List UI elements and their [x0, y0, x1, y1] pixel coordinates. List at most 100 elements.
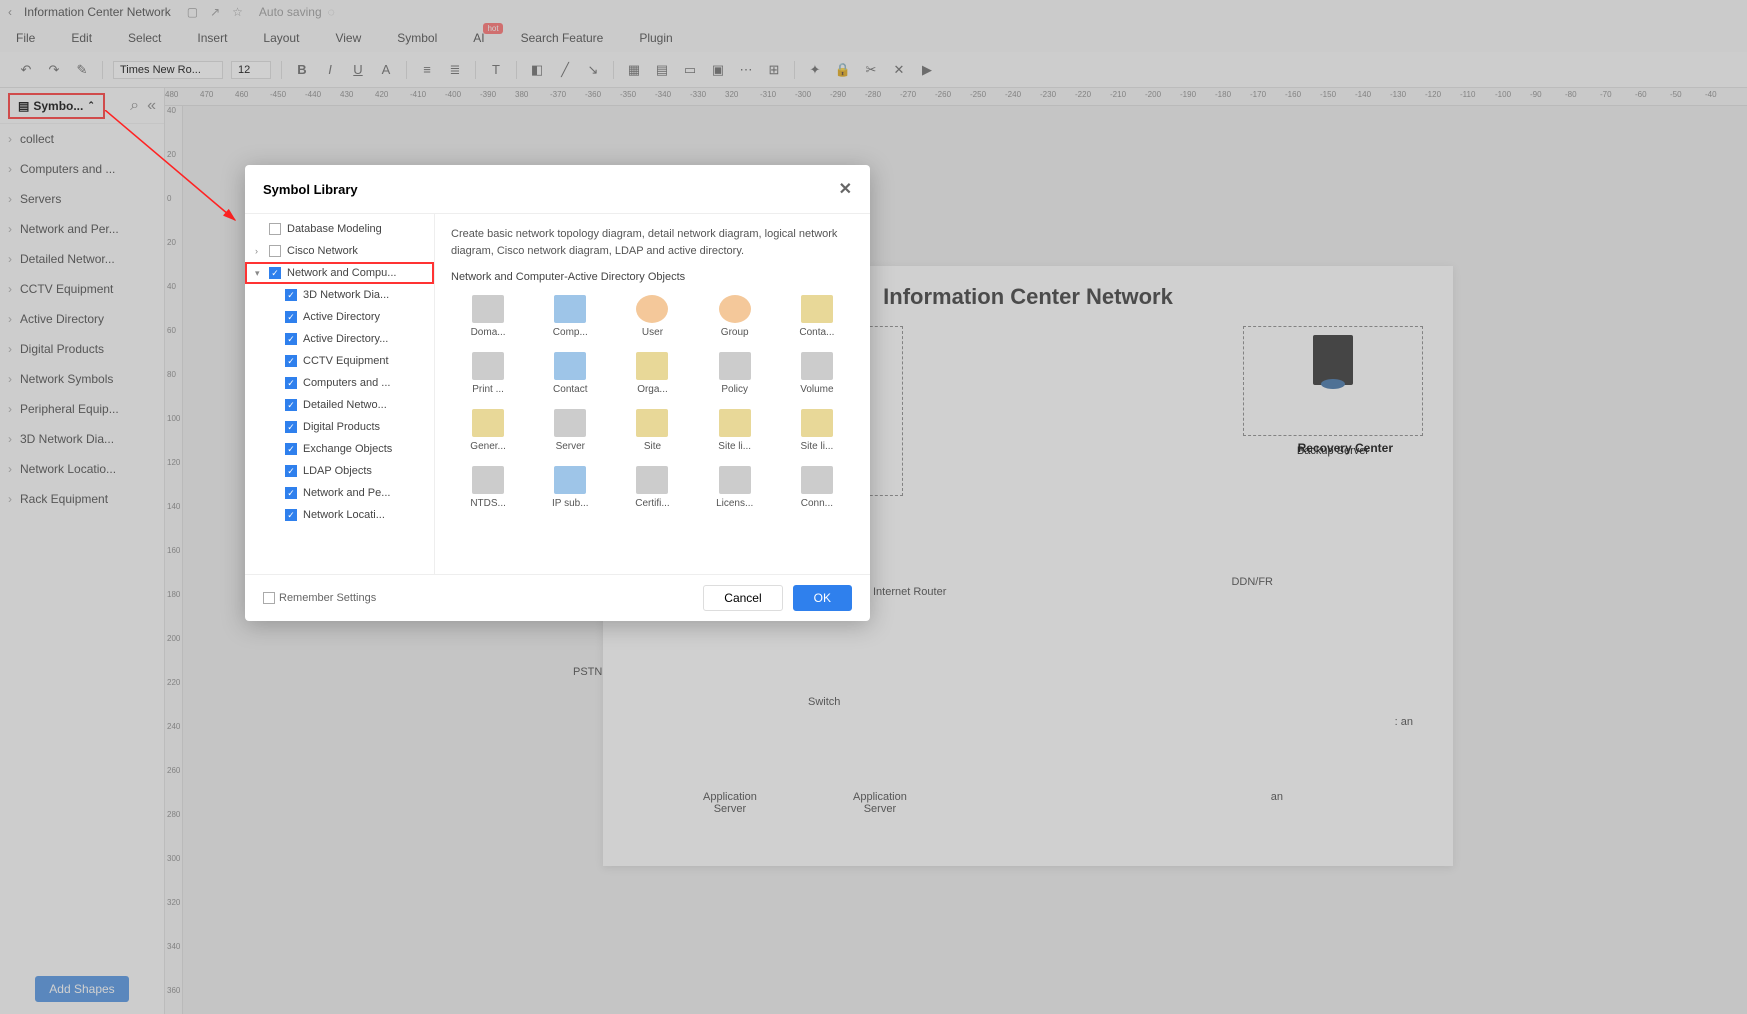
caret-icon: ▾	[255, 268, 260, 279]
checkbox-icon[interactable]	[285, 465, 297, 477]
symbol-cell[interactable]: NTDS...	[451, 466, 525, 509]
tree-item-label: Database Modeling	[287, 223, 382, 235]
tree-item[interactable]: Computers and ...	[245, 372, 434, 394]
symbol-cell[interactable]: Comp...	[533, 295, 607, 338]
checkbox-icon[interactable]	[285, 509, 297, 521]
checkbox-icon[interactable]	[269, 267, 281, 279]
symbol-cell[interactable]: Site li...	[698, 409, 772, 452]
symbol-cell[interactable]: Policy	[698, 352, 772, 395]
tree-item-label: Cisco Network	[287, 245, 358, 257]
symbol-cell[interactable]: Group	[698, 295, 772, 338]
symbol-label: Conta...	[780, 327, 854, 338]
tree-item[interactable]: Digital Products	[245, 416, 434, 438]
tree-item[interactable]: 3D Network Dia...	[245, 284, 434, 306]
symbol-cell[interactable]: Site	[615, 409, 689, 452]
modal-description: Create basic network topology diagram, d…	[451, 226, 854, 259]
symbol-cell[interactable]: Licens...	[698, 466, 772, 509]
symbol-icon	[801, 352, 833, 380]
symbol-cell[interactable]: Certifi...	[615, 466, 689, 509]
symbol-cell[interactable]: Gener...	[451, 409, 525, 452]
checkbox-icon[interactable]	[285, 311, 297, 323]
tree-item-label: Active Directory...	[303, 333, 388, 345]
symbol-icon	[636, 466, 668, 494]
tree-item[interactable]: Exchange Objects	[245, 438, 434, 460]
symbol-label: IP sub...	[533, 498, 607, 509]
symbol-cell[interactable]: Print ...	[451, 352, 525, 395]
symbol-icon	[719, 295, 751, 323]
symbol-label: Volume	[780, 384, 854, 395]
symbol-icon	[554, 409, 586, 437]
symbol-cell[interactable]: Doma...	[451, 295, 525, 338]
tree-item-label: Network and Pe...	[303, 487, 390, 499]
tree-item[interactable]: Database Modeling	[245, 218, 434, 240]
checkbox-icon[interactable]	[285, 443, 297, 455]
symbol-label: User	[615, 327, 689, 338]
tree-item-label: Exchange Objects	[303, 443, 392, 455]
ok-button[interactable]: OK	[793, 585, 852, 611]
tree-item[interactable]: Network and Pe...	[245, 482, 434, 504]
remember-settings-checkbox[interactable]: Remember Settings	[263, 592, 376, 604]
symbol-cell[interactable]: Conn...	[780, 466, 854, 509]
checkbox-icon[interactable]	[285, 377, 297, 389]
tree-item[interactable]: Active Directory...	[245, 328, 434, 350]
checkbox-icon[interactable]	[285, 333, 297, 345]
symbol-label: Comp...	[533, 327, 607, 338]
symbol-cell[interactable]: IP sub...	[533, 466, 607, 509]
symbol-label: Certifi...	[615, 498, 689, 509]
cancel-button[interactable]: Cancel	[703, 585, 782, 611]
checkbox-icon[interactable]	[285, 399, 297, 411]
tree-item[interactable]: ▾ Network and Compu...	[245, 262, 434, 284]
symbol-label: Site	[615, 441, 689, 452]
symbol-label: Orga...	[615, 384, 689, 395]
checkbox-icon[interactable]	[269, 245, 281, 257]
symbol-label: Policy	[698, 384, 772, 395]
tree-item-label: Network and Compu...	[287, 267, 396, 279]
symbol-cell[interactable]: Volume	[780, 352, 854, 395]
symbol-icon	[801, 295, 833, 323]
symbol-cell[interactable]: Server	[533, 409, 607, 452]
checkbox-icon	[263, 592, 275, 604]
symbol-label: NTDS...	[451, 498, 525, 509]
tree-item-label: LDAP Objects	[303, 465, 372, 477]
close-icon[interactable]: ✕	[839, 179, 852, 199]
symbol-icon	[719, 352, 751, 380]
tree-item[interactable]: Network Locati...	[245, 504, 434, 526]
tree-item[interactable]: Detailed Netwo...	[245, 394, 434, 416]
modal-content: Create basic network topology diagram, d…	[435, 214, 870, 574]
symbol-icon	[801, 466, 833, 494]
checkbox-icon[interactable]	[285, 355, 297, 367]
symbol-grid: Doma... Comp... User Group Conta... Print ...…	[451, 295, 854, 509]
checkbox-icon[interactable]	[269, 223, 281, 235]
symbol-icon	[719, 409, 751, 437]
symbol-cell[interactable]: Site li...	[780, 409, 854, 452]
symbol-library-modal: Symbol Library ✕ Database Modeling › Cisco…	[245, 165, 870, 621]
symbol-icon	[554, 352, 586, 380]
symbol-icon	[636, 295, 668, 323]
symbol-cell[interactable]: Contact	[533, 352, 607, 395]
symbol-label: Site li...	[698, 441, 772, 452]
caret-icon: ›	[255, 246, 258, 256]
tree-item[interactable]: Active Directory	[245, 306, 434, 328]
tree-item-label: Network Locati...	[303, 509, 385, 521]
tree-item[interactable]: › Cisco Network	[245, 240, 434, 262]
symbol-icon	[472, 466, 504, 494]
symbol-label: Site li...	[780, 441, 854, 452]
tree-item-label: 3D Network Dia...	[303, 289, 389, 301]
symbol-cell[interactable]: User	[615, 295, 689, 338]
symbol-label: Server	[533, 441, 607, 452]
tree-item[interactable]: LDAP Objects	[245, 460, 434, 482]
modal-subtitle: Network and Computer-Active Directory Ob…	[451, 271, 854, 283]
modal-title: Symbol Library	[263, 182, 358, 197]
checkbox-icon[interactable]	[285, 487, 297, 499]
symbol-label: Group	[698, 327, 772, 338]
symbol-label: Print ...	[451, 384, 525, 395]
symbol-cell[interactable]: Orga...	[615, 352, 689, 395]
checkbox-icon[interactable]	[285, 421, 297, 433]
checkbox-icon[interactable]	[285, 289, 297, 301]
tree-item-label: Active Directory	[303, 311, 380, 323]
tree-item[interactable]: CCTV Equipment	[245, 350, 434, 372]
symbol-label: Licens...	[698, 498, 772, 509]
modal-tree[interactable]: Database Modeling › Cisco Network ▾ Network …	[245, 214, 435, 574]
symbol-icon	[472, 295, 504, 323]
symbol-cell[interactable]: Conta...	[780, 295, 854, 338]
